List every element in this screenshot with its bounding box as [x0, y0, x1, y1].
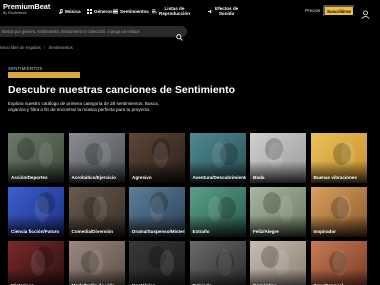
tile-label: Ciencia ficción/Futuro — [11, 228, 60, 234]
sentiment-tile[interactable]: Acción/Deportes — [8, 133, 64, 183]
tile-label: Drama/Suspenso/Misterio — [132, 228, 185, 234]
sentiment-icon — [113, 9, 118, 14]
subscribe-button[interactable]: Suscribirse — [323, 5, 355, 17]
tile-label: Extraño — [192, 228, 210, 234]
tile-label: Agresivo — [132, 174, 152, 180]
logo-subtitle: By Shutterstock — [3, 11, 27, 15]
eyebrow-label: SENTIMIENTOS — [8, 66, 43, 71]
sentiment-tile[interactable]: Acrobático/Ejercicio — [68, 133, 125, 183]
user-account-icon[interactable] — [361, 6, 370, 19]
tile-label: Buenas vibraciones — [313, 174, 357, 180]
sentiment-tile[interactable]: Sexy/Sensual — [310, 241, 367, 285]
breadcrumb-current: Sentimientos — [48, 45, 73, 50]
sentiment-tile[interactable]: Aventura/Descubrimiento — [189, 133, 246, 183]
tile-label: Feliz/Alegre — [253, 228, 279, 234]
sentiment-tile[interactable]: Inspirador — [310, 187, 367, 237]
tile-label: Acrobático/Ejercicio — [71, 174, 116, 180]
nav-listas[interactable]: Listas de Reproducción — [152, 0, 190, 22]
sentiment-tile[interactable]: Moda/Estilo de vida — [68, 241, 125, 285]
page-description: Explora nuestro catálogo de primera cate… — [8, 101, 159, 112]
playlist-icon — [152, 9, 157, 14]
breadcrumb: Inicio libre de regalías › Sentimientos — [0, 45, 73, 50]
breadcrumb-separator: › — [43, 45, 46, 50]
sentiment-tile[interactable]: Drama/Suspenso/Misterio — [129, 187, 185, 237]
accent-bar — [8, 72, 80, 78]
top-header: PremiumBeat By Shutterstock Música Géner… — [0, 0, 380, 22]
logo[interactable]: PremiumBeat By Shutterstock — [3, 3, 50, 16]
sentiment-tile[interactable]: Romántico — [250, 241, 306, 285]
sound-effects-icon — [208, 9, 213, 14]
sentiment-tile[interactable]: Nostálgico — [129, 241, 185, 285]
sentiment-tile[interactable]: Buenas vibraciones — [310, 133, 367, 183]
sentiment-tile[interactable]: Extraño — [189, 187, 246, 237]
sentiment-tile[interactable]: Boda — [250, 133, 306, 183]
sentiment-tile[interactable]: Comedia/Diversión — [68, 187, 125, 237]
sentiment-tile[interactable]: Feliz/Alegre — [250, 187, 306, 237]
sentiment-tile[interactable]: Misterioso — [8, 241, 64, 285]
sentiment-tile[interactable]: Relajado — [189, 241, 246, 285]
genres-grid-icon — [87, 8, 92, 14]
nav-musica-label: Música — [65, 8, 81, 14]
tile-label: Comedia/Diversión — [71, 228, 114, 234]
sentiment-tile[interactable]: Ciencia ficción/Futuro — [8, 187, 64, 237]
logo-title: PremiumBeat — [3, 2, 51, 11]
nav-sentimientos-label: Sentimientos — [120, 8, 149, 14]
search-icon[interactable] — [176, 28, 183, 41]
nav-sentimientos[interactable]: Sentimientos — [113, 0, 149, 22]
tile-label: Inspirador — [313, 228, 336, 234]
tile-label: Acción/Deportes — [11, 174, 48, 180]
search-input[interactable] — [2, 26, 170, 37]
nav-generos[interactable]: Géneros — [87, 0, 113, 22]
page-title: Descubre nuestras canciones de Sentimien… — [8, 84, 235, 96]
tile-label: Aventura/Descubrimiento — [192, 174, 246, 180]
pricing-link[interactable]: Precios — [305, 8, 320, 13]
breadcrumb-parent[interactable]: Inicio libre de regalías — [0, 45, 41, 50]
sentiment-tile[interactable]: Agresivo — [129, 133, 185, 183]
music-note-icon — [58, 8, 63, 14]
nav-generos-label: Géneros — [94, 8, 113, 14]
nav-efectos[interactable]: Efectos de Sonido — [208, 0, 238, 22]
nav-efectos-label-2: Sonido — [218, 11, 235, 16]
nav-musica[interactable]: Música — [58, 0, 81, 22]
nav-listas-label-2: Reproducción — [159, 11, 190, 16]
search-bar — [0, 26, 187, 41]
tile-label: Boda — [253, 174, 265, 180]
